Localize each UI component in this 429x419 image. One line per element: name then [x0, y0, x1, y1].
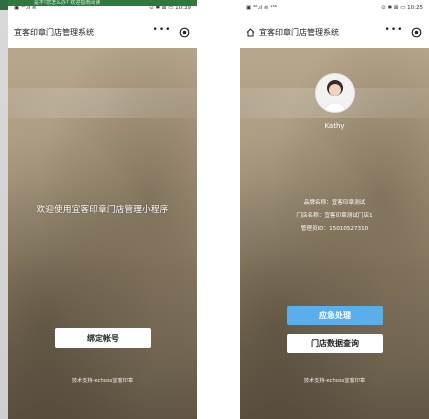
more-dots-icon[interactable]: ••• [149, 25, 175, 39]
phone-screen-bind: ▣ ⁴⁶.ıl ≋ ⊙ ✱ ⊠ ▭ 10:39 是不!您怎么办? 欢迎指南阅读 … [8, 0, 197, 419]
capsule-menu: ••• [149, 25, 191, 39]
page-title: 宜客印章门店管理系统 [14, 27, 94, 37]
status-time: ⊙ ✱ ⊠ ▭ 10:25 [381, 5, 423, 11]
target-icon[interactable] [409, 25, 423, 39]
avatar [316, 74, 354, 112]
notification-banner[interactable]: 是不!您怎么办? 欢迎指南阅读 [8, 0, 197, 6]
status-network: ▣ ⁴⁶.ıl ≋ ¹⁵⁸ [246, 5, 277, 11]
home-icon[interactable] [246, 27, 255, 37]
welcome-text: 欢迎使用宜客印章门店管理小程序 [36, 205, 169, 215]
mini-program-titlebar: 宜客印章门店管理系统 ••• [240, 16, 429, 49]
support-text: 技术支持-echoss宜客印章 [303, 378, 366, 384]
title-group: 宜客印章门店管理系统 [246, 27, 339, 38]
brand-name: 品牌名称：宜客印章测试 [303, 200, 366, 206]
store-data-query-button[interactable]: 门店数据查询 [287, 334, 383, 353]
cafe-background-image [8, 48, 197, 419]
capsule-menu: ••• [381, 25, 423, 39]
store-name: 门店名称：宜客印章测试门店1 [296, 213, 373, 219]
background-window-edge [0, 0, 8, 419]
mini-program-titlebar: 宜客印章门店管理系统 ••• [8, 16, 197, 49]
bind-account-button[interactable]: 绑定帐号 [55, 328, 151, 348]
phone-screen-home: ▣ ⁴⁶.ıl ≋ ¹⁵⁸ ⊙ ✱ ⊠ ▭ 10:25 宜客印章门店管理系统 •… [240, 0, 429, 419]
more-dots-icon[interactable]: ••• [381, 25, 407, 39]
emergency-button[interactable]: 应急处理 [287, 306, 383, 325]
page-title: 宜客印章门店管理系统 [259, 27, 339, 37]
support-text: 技术支持-echoss宜客印章 [71, 378, 134, 384]
username: Kathy [324, 122, 345, 130]
manager-id: 管理员ID：15010527310 [300, 226, 369, 232]
status-bar: ▣ ⁴⁶.ıl ≋ ¹⁵⁸ ⊙ ✱ ⊠ ▭ 10:25 [240, 0, 429, 16]
target-icon[interactable] [177, 25, 191, 39]
